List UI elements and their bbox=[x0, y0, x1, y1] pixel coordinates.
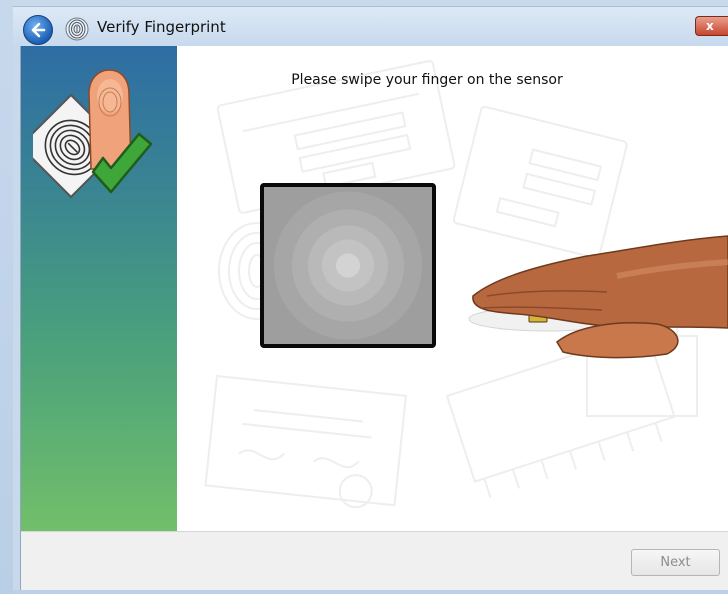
fingerprint-sensor-preview bbox=[260, 183, 436, 348]
window-frame-bottom bbox=[13, 590, 728, 594]
fingerprint-icon bbox=[65, 17, 89, 41]
footer-bar bbox=[21, 531, 728, 591]
sidebar-banner bbox=[21, 46, 177, 531]
verify-fingerprint-window: Verify Fingerprint x Please swipe your f… bbox=[0, 0, 728, 594]
back-button[interactable] bbox=[23, 15, 53, 45]
hand-swipe-illustration bbox=[468, 235, 728, 359]
fingerprint-check-icon bbox=[33, 69, 153, 199]
instruction-text: Please swipe your finger on the sensor bbox=[291, 72, 563, 88]
close-button[interactable]: x bbox=[695, 16, 728, 36]
window-frame-left bbox=[0, 0, 13, 594]
next-button[interactable]: Next bbox=[631, 549, 720, 576]
close-icon: x bbox=[706, 19, 714, 33]
window-title: Verify Fingerprint bbox=[97, 18, 226, 36]
back-arrow-icon bbox=[31, 22, 46, 38]
